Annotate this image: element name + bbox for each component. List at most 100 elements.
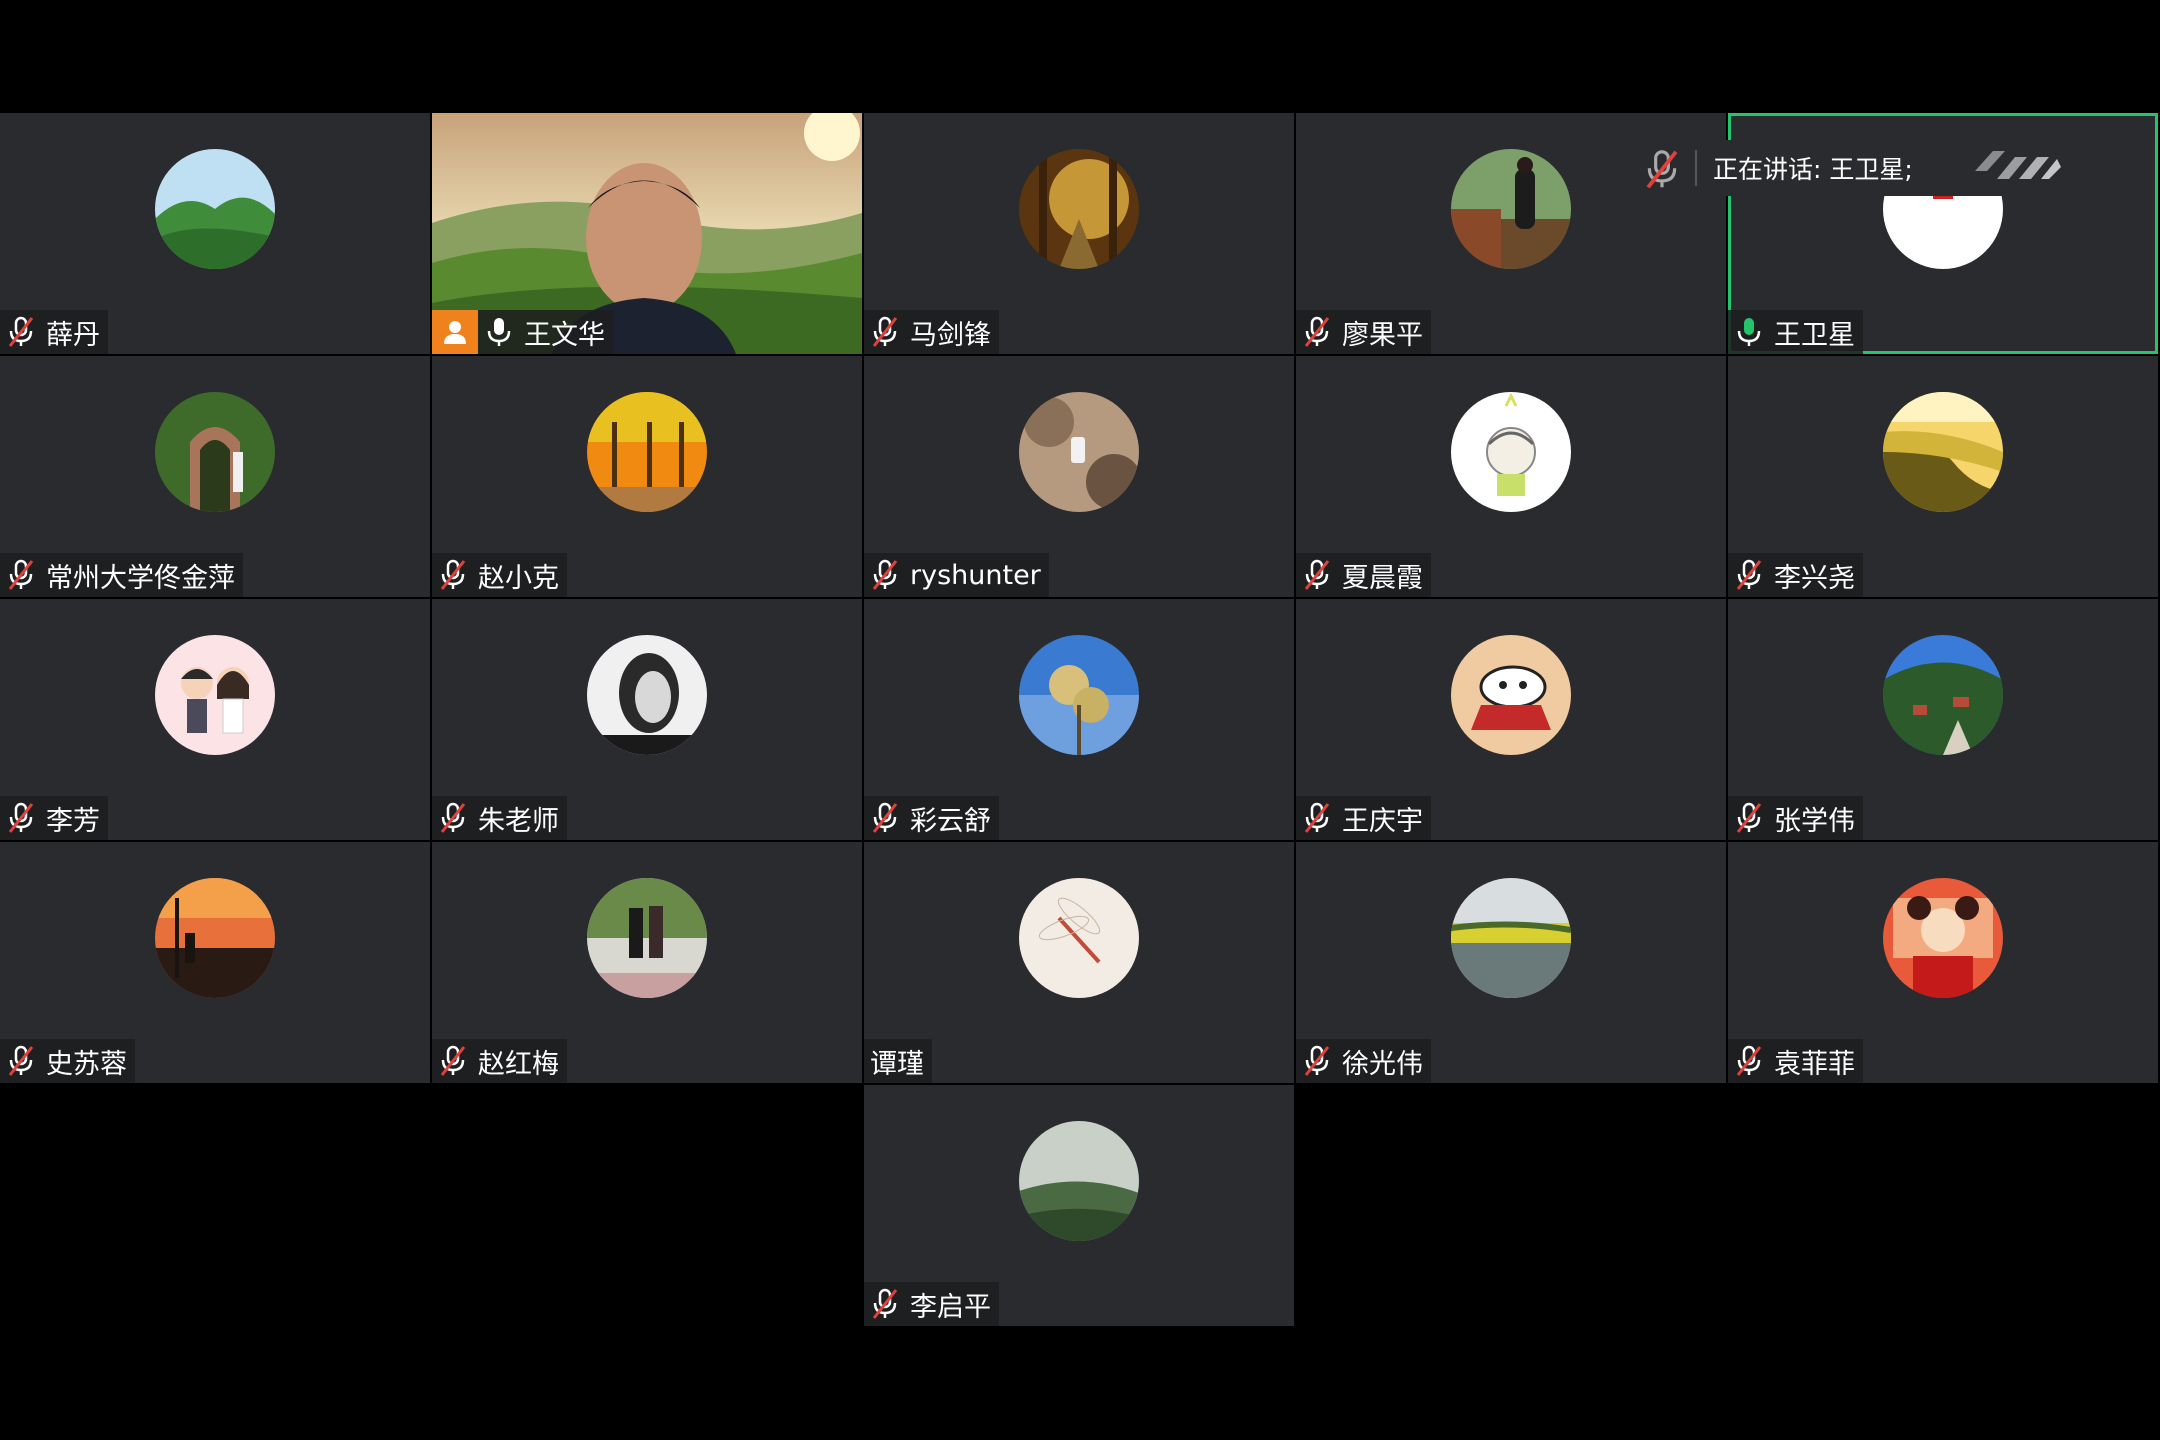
mic-muted-icon <box>1302 315 1332 349</box>
participant-name: 常州大学佟金萍 <box>46 562 235 594</box>
participant-avatar <box>1019 392 1139 512</box>
participant-tile[interactable]: 李芳 <box>0 599 430 840</box>
participant-name: 王卫星 <box>1774 319 1855 351</box>
mic-muted-icon <box>6 558 36 592</box>
participant-tile[interactable]: 赵红梅 <box>432 842 862 1083</box>
mic-muted-icon <box>870 315 900 349</box>
participant-name: 谭瑾 <box>870 1048 924 1080</box>
mic-muted-icon <box>438 558 468 592</box>
participant-label: 史苏蓉 <box>0 1039 135 1083</box>
participant-tile[interactable]: 王文华 <box>432 113 862 354</box>
mic-muted-icon <box>870 558 900 592</box>
participant-tile[interactable]: 王庆宇 <box>1296 599 1726 840</box>
participant-name: 赵小克 <box>478 562 559 594</box>
participant-avatar <box>1451 878 1571 998</box>
mic-muted-icon <box>438 1044 468 1078</box>
participant-label: 赵红梅 <box>432 1039 567 1083</box>
participant-name: 徐光伟 <box>1342 1048 1423 1080</box>
mic-muted-icon <box>6 801 36 835</box>
participant-avatar <box>1451 635 1571 755</box>
participant-tile[interactable]: 彩云舒 <box>864 599 1294 840</box>
participant-name: 袁菲菲 <box>1774 1048 1855 1080</box>
mic-muted-icon <box>6 1044 36 1078</box>
participant-label: 朱老师 <box>432 796 567 840</box>
participant-label: 李兴尧 <box>1728 553 1863 597</box>
participant-tile[interactable]: 夏晨霞 <box>1296 356 1726 597</box>
participant-label: 谭瑾 <box>864 1039 932 1083</box>
participant-name: 朱老师 <box>478 805 559 837</box>
participant-label: ryshunter <box>864 553 1049 597</box>
participant-tile[interactable]: 张学伟 <box>1728 599 2158 840</box>
app-logo-icon <box>1971 145 2063 191</box>
host-user-icon <box>432 310 478 354</box>
participant-avatar <box>1883 635 2003 755</box>
mic-muted-icon <box>1734 1044 1764 1078</box>
participant-tile[interactable]: 史苏蓉 <box>0 842 430 1083</box>
participant-name: 史苏蓉 <box>46 1048 127 1080</box>
participant-avatar <box>1019 1121 1139 1241</box>
participant-name: 李芳 <box>46 805 100 837</box>
participant-avatar <box>587 635 707 755</box>
participant-name: 廖果平 <box>1342 319 1423 351</box>
participant-tile[interactable]: 马剑锋 <box>864 113 1294 354</box>
participant-name: 马剑锋 <box>910 319 991 351</box>
participant-avatar <box>1883 392 2003 512</box>
active-speaker-bar: 正在讲话: 王卫星; <box>1627 140 2087 196</box>
mic-muted-icon <box>870 801 900 835</box>
mic-muted-icon <box>870 1287 900 1321</box>
participant-avatar <box>587 392 707 512</box>
participant-label: 廖果平 <box>1296 310 1431 354</box>
participant-avatar <box>1451 149 1571 269</box>
participant-label: 赵小克 <box>432 553 567 597</box>
participant-tile[interactable]: 徐光伟 <box>1296 842 1726 1083</box>
participant-label: 王卫星 <box>1728 310 1863 354</box>
participant-name: 王文华 <box>524 319 605 351</box>
participant-avatar <box>155 149 275 269</box>
participant-name: 夏晨霞 <box>1342 562 1423 594</box>
participant-tile[interactable]: 李兴尧 <box>1728 356 2158 597</box>
mic-muted-icon <box>1734 558 1764 592</box>
mic-muted-icon <box>1302 1044 1332 1078</box>
mic-muted-icon[interactable] <box>1643 148 1681 189</box>
participant-label: 李启平 <box>864 1282 999 1326</box>
mic-muted-icon <box>438 801 468 835</box>
participant-name: 赵红梅 <box>478 1048 559 1080</box>
participant-name: ryshunter <box>910 559 1041 591</box>
participant-label: 袁菲菲 <box>1728 1039 1863 1083</box>
participant-tile[interactable]: 袁菲菲 <box>1728 842 2158 1083</box>
participant-avatar <box>155 392 275 512</box>
participant-grid: 薛丹 王文华 马剑锋 廖果平 王卫星常州大学佟金萍 赵小克 ryshunter 夏晨霞 李兴尧李… <box>0 113 2160 1328</box>
participant-tile[interactable]: ryshunter <box>864 356 1294 597</box>
participant-avatar <box>1019 149 1139 269</box>
participant-tile[interactable]: 谭瑾 <box>864 842 1294 1083</box>
participant-name: 王庆宇 <box>1342 805 1423 837</box>
participant-label: 薛丹 <box>0 310 108 354</box>
participant-label: 张学伟 <box>1728 796 1863 840</box>
active-speaker-label: 正在讲话: 王卫星; <box>1713 155 1913 184</box>
participant-label: 常州大学佟金萍 <box>0 553 243 597</box>
divider <box>1695 150 1697 186</box>
participant-name: 薛丹 <box>46 319 100 351</box>
participant-avatar <box>155 878 275 998</box>
participant-tile[interactable]: 常州大学佟金萍 <box>0 356 430 597</box>
mic-icon <box>484 315 514 349</box>
participant-label: 夏晨霞 <box>1296 553 1431 597</box>
participant-name: 李启平 <box>910 1291 991 1323</box>
participant-tile[interactable]: 李启平 <box>864 1085 1294 1326</box>
participant-name: 李兴尧 <box>1774 562 1855 594</box>
participant-label: 马剑锋 <box>864 310 999 354</box>
participant-avatar <box>587 878 707 998</box>
participant-name: 张学伟 <box>1774 805 1855 837</box>
participant-label: 彩云舒 <box>864 796 999 840</box>
participant-label: 王庆宇 <box>1296 796 1431 840</box>
participant-tile[interactable]: 朱老师 <box>432 599 862 840</box>
participant-tile[interactable]: 赵小克 <box>432 356 862 597</box>
mic-icon <box>1734 315 1764 349</box>
mic-muted-icon <box>6 315 36 349</box>
participant-tile[interactable]: 薛丹 <box>0 113 430 354</box>
participant-avatar <box>1451 392 1571 512</box>
participant-avatar <box>1883 878 2003 998</box>
participant-label: 王文华 <box>478 310 613 354</box>
participant-label: 徐光伟 <box>1296 1039 1431 1083</box>
mic-muted-icon <box>1302 558 1332 592</box>
